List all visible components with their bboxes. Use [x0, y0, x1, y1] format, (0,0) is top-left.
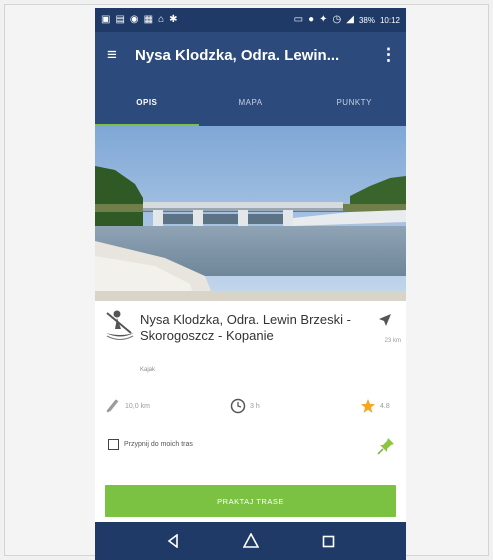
clock-time: 10:12: [379, 15, 400, 25]
message-icon: ▣: [101, 14, 111, 25]
clock-icon: [230, 398, 246, 414]
save-route-option: Przypnij do moich tras: [108, 439, 193, 450]
route-category: Kajak: [140, 367, 156, 373]
app-bar: ≡ Nysa Klodzka, Odra. Lewin... ⋮: [95, 32, 406, 78]
notification-icon: ⌂: [158, 14, 165, 25]
tab-opis[interactable]: OPIS: [95, 78, 199, 126]
river-dam-image: [95, 126, 406, 301]
page-title: Nysa Klodzka, Odra. Lewin...: [135, 46, 340, 64]
route-duration: 3 h: [230, 398, 260, 414]
phone-screen: ▣ ▤ ◉ ▦ ⌂ ✱ ▭ ● ✦ ◷ ◢ 38% 10:12 ≡ Nysa K…: [95, 8, 406, 560]
route-length: 10,0 km: [105, 398, 150, 414]
route-duration-value: 3 h: [250, 402, 260, 410]
route-title: Nysa Klodzka, Odra. Lewin Brzeski - Skor…: [140, 312, 351, 343]
tab-bar: OPIS MAPA PUNKTY: [95, 78, 406, 126]
save-route-label: Przypnij do moich tras: [124, 441, 193, 448]
pin-icon[interactable]: [377, 437, 395, 455]
battery-level: 38%: [358, 15, 375, 25]
location-icon: ●: [308, 14, 315, 25]
settings-icon: ✱: [169, 14, 178, 25]
navigation-arrow-icon[interactable]: [378, 313, 392, 327]
back-icon[interactable]: [166, 534, 180, 548]
android-nav-bar: [95, 522, 406, 560]
menu-icon[interactable]: ≡: [107, 45, 135, 65]
tab-punkty[interactable]: PUNKTY: [302, 78, 406, 126]
bluetooth-icon: ✦: [319, 14, 328, 25]
route-stats: 10,0 km 3 h 4.8: [105, 398, 400, 420]
route-length-value: 10,0 km: [125, 402, 150, 410]
more-vert-icon[interactable]: ⋮: [380, 45, 397, 65]
save-route-checkbox[interactable]: [108, 439, 119, 450]
home-icon[interactable]: [242, 533, 259, 549]
route-details-card: Nysa Klodzka, Odra. Lewin Brzeski - Skor…: [95, 301, 406, 521]
tab-mapa[interactable]: MAPA: [199, 78, 303, 126]
ruler-icon: [106, 399, 119, 413]
signal-icon: ◢: [346, 14, 354, 25]
app-icon: ◉: [129, 14, 139, 25]
cast-icon: ▭: [293, 14, 304, 25]
route-rating-value: 4.8: [380, 402, 390, 410]
recents-icon[interactable]: [322, 535, 335, 548]
distance-to-route: 23 km: [384, 338, 401, 344]
gallery-icon: ▦: [143, 14, 154, 25]
image-icon: ▤: [115, 14, 125, 25]
route-photo: [95, 126, 406, 301]
kayak-icon: [106, 310, 134, 340]
route-rating: 4.8: [360, 398, 390, 414]
status-bar: ▣ ▤ ◉ ▦ ⌂ ✱ ▭ ● ✦ ◷ ◢ 38% 10:12: [95, 8, 406, 32]
start-route-button[interactable]: PRAKTAJ TRASE: [105, 485, 396, 517]
alarm-icon: ◷: [332, 14, 342, 25]
star-icon: [361, 399, 375, 413]
